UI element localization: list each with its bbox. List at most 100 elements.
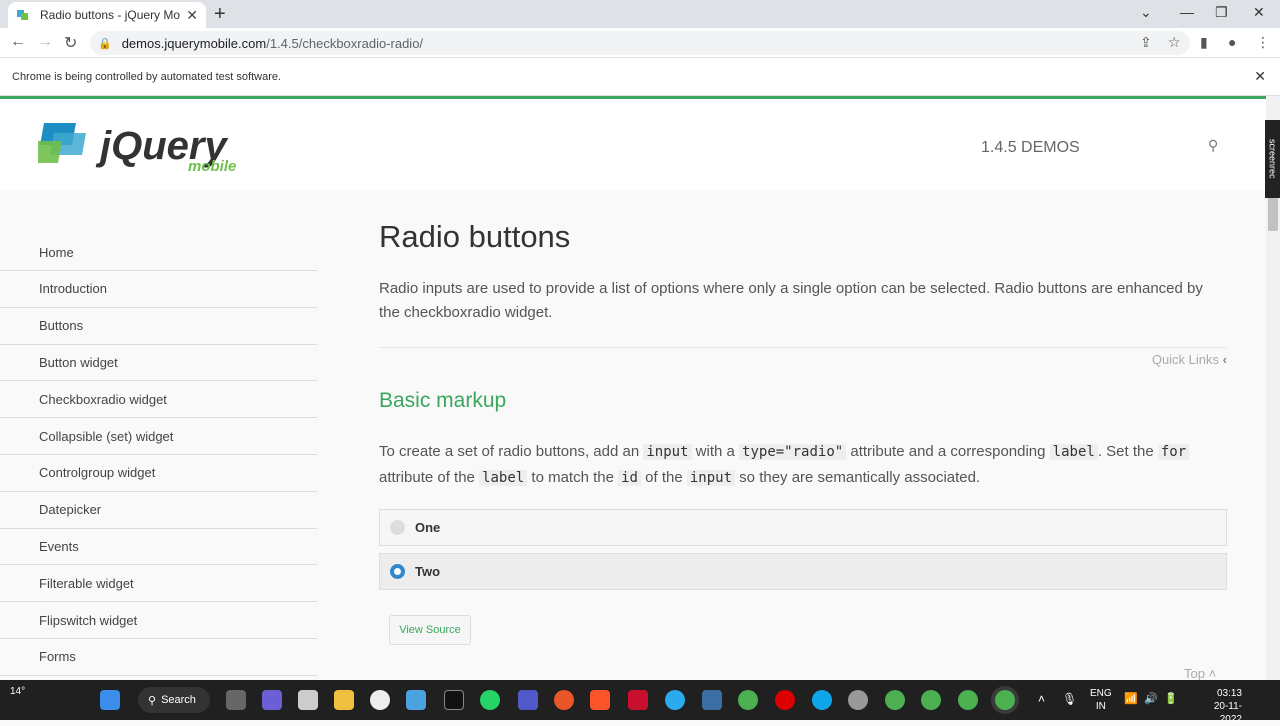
section-title: Basic markup (379, 389, 507, 412)
radio-option-one[interactable]: One (379, 509, 1227, 546)
sidebar-nav: Home Introduction Buttons Button widget … (0, 235, 317, 676)
sidebar-item-flipswitch-widget[interactable]: Flipswitch widget (0, 602, 317, 639)
language-indicator[interactable]: ENG IN (1090, 687, 1112, 713)
sidebar-item-controlgroup-widget[interactable]: Controlgroup widget (0, 454, 317, 492)
quick-links-label: Quick Links (1151, 352, 1220, 367)
brave-icon[interactable] (590, 690, 610, 710)
url-path: /1.4.5/checkboxradio-radio/ (266, 35, 424, 51)
close-window-icon[interactable]: ✕ (1253, 4, 1265, 21)
url-host: demos.jquerymobile.com (121, 35, 267, 51)
settings-icon[interactable] (848, 690, 868, 710)
taskbar-search-button[interactable]: ⚲ Search (138, 687, 210, 713)
reload-icon[interactable]: ↻ (64, 33, 77, 53)
version-label[interactable]: 1.4.5 DEMOS (981, 139, 1080, 157)
new-tab-button[interactable]: + (214, 3, 226, 26)
sidebar-item-introduction[interactable]: Introduction (0, 271, 317, 308)
radio-option-two[interactable]: Two (379, 553, 1227, 590)
tab-search-icon[interactable]: ⌄ (1140, 4, 1152, 21)
infobar-text: Chrome is being controlled by automated … (12, 70, 282, 83)
maximize-icon[interactable]: ❐ (1215, 4, 1228, 21)
tab-strip: Radio buttons - jQuery Mobile D ✕ + ⌄ — … (0, 0, 1280, 28)
back-icon[interactable]: ← (10, 33, 26, 51)
profile-icon[interactable]: ● (1228, 34, 1236, 50)
tab-close-icon[interactable]: ✕ (186, 7, 198, 24)
forward-icon[interactable]: → (37, 33, 53, 51)
address-bar[interactable]: 🔒 demos.jquerymobile.com/1.4.5/checkboxr… (90, 31, 1190, 55)
teams-chat-icon[interactable] (262, 690, 282, 710)
infobar-close-icon[interactable]: ✕ (1254, 68, 1266, 85)
sidebar-item-datepicker[interactable]: Datepicker (0, 491, 317, 529)
tray-chevron-up-icon[interactable]: ˄ (1038, 692, 1045, 706)
top-label: Top (1184, 666, 1205, 680)
sidebar-item-checkboxradio-widget[interactable]: Checkboxradio widget (0, 381, 317, 419)
menu-icon[interactable]: ⋮ (1256, 34, 1270, 51)
browser-tab[interactable]: Radio buttons - jQuery Mobile D ✕ (8, 2, 206, 28)
teams-icon[interactable] (518, 690, 538, 710)
side-panel-icon[interactable]: ▮ (1200, 34, 1208, 51)
sidebar-item-home[interactable]: Home (0, 235, 317, 271)
weather-widget[interactable]: 14° (10, 686, 25, 697)
minimize-icon[interactable]: — (1180, 4, 1194, 20)
search-icon[interactable]: ⚲ (1208, 137, 1218, 154)
clock[interactable]: 03:13 20-11-2022 (1192, 687, 1242, 726)
edge-icon[interactable] (812, 690, 832, 710)
sidebar-item-buttons[interactable]: Buttons (0, 307, 317, 345)
record-icon[interactable] (775, 690, 795, 710)
start-menu-icon[interactable] (100, 690, 120, 710)
sidebar-item-events[interactable]: Events (0, 528, 317, 566)
view-source-button[interactable]: View Source (389, 615, 471, 645)
chrome-icon[interactable] (921, 690, 941, 710)
jquery-mobile-logo[interactable]: jQuery mobile (38, 119, 278, 179)
app-icon[interactable] (702, 690, 722, 710)
wifi-icon[interactable]: 📶 (1124, 692, 1138, 705)
lock-icon[interactable]: 🔒 (98, 37, 112, 50)
intro-text: Radio inputs are used to provide a list … (379, 280, 1203, 321)
main-content: Radio buttons Radio inputs are used to p… (379, 219, 1227, 645)
svg-text:mobile: mobile (188, 158, 236, 175)
store-icon[interactable] (406, 690, 426, 710)
battery-icon[interactable]: 🔋 (1164, 692, 1178, 705)
file-explorer-icon[interactable] (334, 690, 354, 710)
radio-checked-icon (390, 564, 405, 579)
chevron-up-icon: ˄ (1208, 666, 1217, 680)
chevron-left-icon: ‹ (1222, 352, 1227, 367)
web-page: jQuery mobile 1.4.5 DEMOS ⚲ Home Introdu… (0, 96, 1266, 680)
telegram-icon[interactable] (665, 690, 685, 710)
back-to-top-link[interactable]: Top ˄ (1184, 666, 1216, 680)
app-icon[interactable] (554, 690, 574, 710)
chrome-icon[interactable] (958, 690, 978, 710)
radio-unchecked-icon (390, 520, 405, 535)
share-icon[interactable]: ⇪ (1140, 34, 1152, 51)
radio-label-two: Two (415, 564, 441, 579)
browser-toolbar: ← → ↻ 🔒 demos.jquerymobile.com/1.4.5/che… (0, 28, 1280, 58)
sidebar-item-collapsible-widget[interactable]: Collapsible (set) widget (0, 418, 317, 455)
task-view-icon[interactable] (226, 690, 246, 710)
tab-title: Radio buttons - jQuery Mobile D (40, 8, 181, 22)
screenrec-overlay[interactable]: screenrec (1265, 120, 1280, 198)
terminal-icon[interactable] (444, 690, 464, 710)
page-title: Radio buttons (379, 219, 571, 254)
jquery-favicon-icon (17, 10, 28, 20)
taskbar-search-label: Search (161, 694, 196, 706)
microphone-icon[interactable]: 🎙 (1062, 692, 1077, 706)
sidebar-item-filterable-widget[interactable]: Filterable widget (0, 565, 317, 603)
volume-icon[interactable]: 🔊 (1144, 692, 1158, 705)
windows-taskbar: 14° ⚲ Search ˄ 🎙 ENG IN 📶 🔊 🔋 03:13 20-11-2… (0, 680, 1280, 725)
chrome-active-icon[interactable] (995, 690, 1015, 710)
bookmark-star-icon[interactable]: ☆ (1168, 34, 1181, 51)
chrome-icon[interactable] (738, 690, 758, 710)
magnifier-icon: ⚲ (148, 694, 157, 707)
chrome-icon[interactable] (885, 690, 905, 710)
radio-label-one: One (415, 520, 441, 535)
app-icon[interactable] (628, 690, 648, 710)
sidebar-item-button-widget[interactable]: Button widget (0, 344, 317, 382)
sidebar-item-forms[interactable]: Forms (0, 638, 317, 676)
app-icon[interactable] (298, 690, 318, 710)
site-header: jQuery mobile 1.4.5 DEMOS ⚲ (0, 99, 1266, 190)
section-description: To create a set of radio buttons, add an… (379, 439, 1227, 491)
quick-links-toggle[interactable]: Quick Links ‹ (1152, 352, 1227, 367)
whatsapp-icon[interactable] (480, 690, 500, 710)
app-icon[interactable] (370, 690, 390, 710)
divider (379, 347, 1227, 348)
automation-infobar: Chrome is being controlled by automated … (0, 58, 1280, 96)
